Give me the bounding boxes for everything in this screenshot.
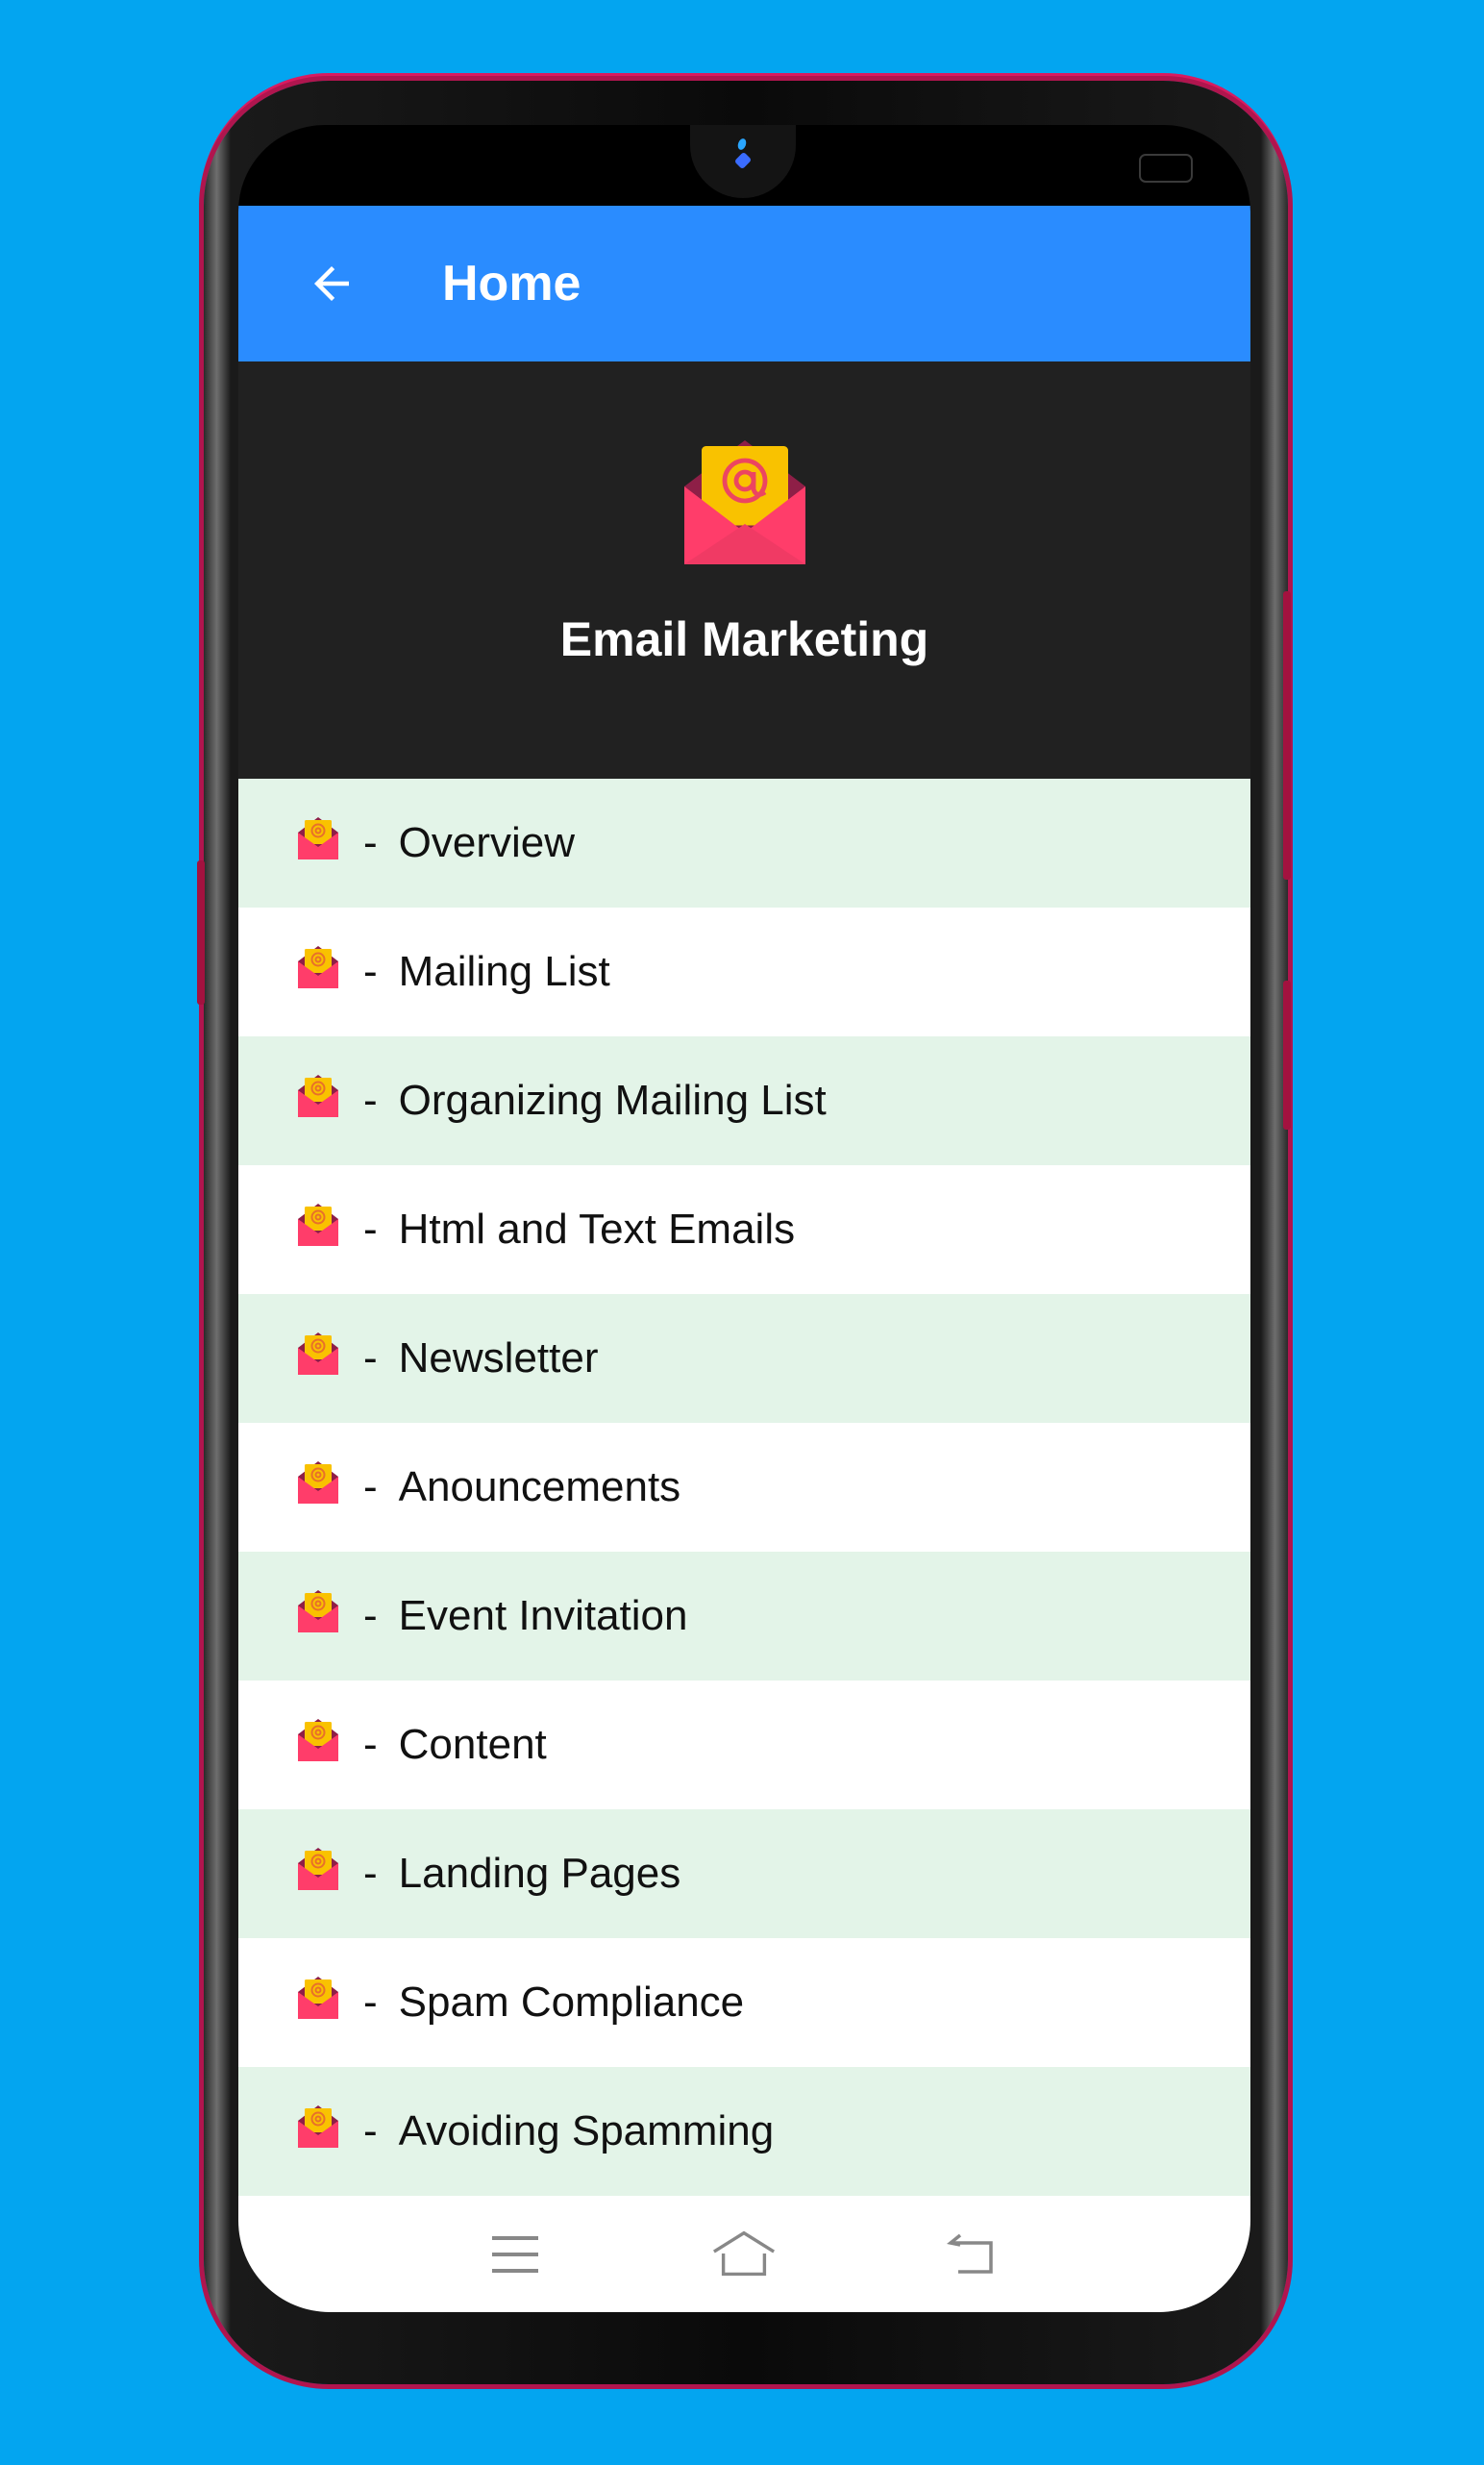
- nav-home-button[interactable]: [710, 2226, 778, 2283]
- list-item-separator: -: [363, 819, 378, 866]
- open-envelope-at-icon: [298, 1590, 338, 1632]
- battery-icon: [1139, 154, 1193, 183]
- list-item-label: Landing Pages: [398, 1850, 681, 1897]
- list-item-separator: -: [363, 2107, 378, 2154]
- list-item-separator: -: [363, 1592, 378, 1639]
- list-item-label: Avoiding Spamming: [398, 2107, 775, 2154]
- header-title: Email Marketing: [559, 612, 929, 666]
- camera-sensor-icon: [736, 137, 748, 152]
- list-item[interactable]: - Spam Compliance: [238, 1938, 1250, 2067]
- menu-lines-icon: [491, 2235, 538, 2273]
- list-item[interactable]: - Mailing List: [238, 908, 1250, 1036]
- list-item-separator: -: [363, 1979, 378, 2026]
- phone-screen: Home Email Marketing - Overview - Mailing L…: [238, 125, 1250, 2312]
- open-envelope-at-icon: [683, 440, 805, 564]
- list-item[interactable]: - Organizing Mailing List: [238, 1036, 1250, 1165]
- list-item[interactable]: - Anouncements: [238, 1423, 1250, 1552]
- list-item-separator: -: [363, 1206, 378, 1253]
- open-envelope-at-icon: [298, 1719, 338, 1761]
- list-item[interactable]: - Landing Pages: [238, 1809, 1250, 1938]
- list-item-label: Mailing List: [398, 948, 610, 995]
- open-envelope-at-icon: [298, 2105, 338, 2148]
- open-envelope-at-icon: [298, 1332, 338, 1375]
- open-envelope-at-icon: [298, 1075, 338, 1117]
- phone-volume-button: [197, 860, 205, 1005]
- list-item-separator: -: [363, 1334, 378, 1382]
- list-item-label: Content: [398, 1721, 547, 1768]
- open-envelope-at-icon: [298, 946, 338, 988]
- open-envelope-at-icon: [298, 1848, 338, 1890]
- list-item-label: Spam Compliance: [398, 1979, 745, 2026]
- open-envelope-at-icon: [298, 1461, 338, 1504]
- list-item-label: Organizing Mailing List: [398, 1077, 827, 1124]
- list-item-separator: -: [363, 1463, 378, 1510]
- camera-notch: [690, 125, 796, 198]
- open-envelope-at-icon: [298, 1977, 338, 2019]
- home-icon: [713, 2230, 776, 2276]
- list-item[interactable]: - Overview: [238, 779, 1250, 908]
- list-item-label: Html and Text Emails: [398, 1206, 796, 1253]
- phone-power-button-lower: [1283, 981, 1291, 1130]
- phone-power-button-upper: [1283, 591, 1291, 880]
- list-item-label: Anouncements: [398, 1463, 681, 1510]
- back-return-icon: [947, 2233, 993, 2274]
- header-banner: Email Marketing: [238, 361, 1250, 779]
- page-title: Home: [442, 256, 581, 311]
- list-item-separator: -: [363, 1721, 378, 1768]
- app-bar: Home: [238, 206, 1250, 361]
- nav-menu-button[interactable]: [482, 2226, 550, 2283]
- list-item-separator: -: [363, 1077, 378, 1124]
- list-item-label: Event Invitation: [398, 1592, 688, 1639]
- list-item-separator: -: [363, 948, 378, 995]
- list-item[interactable]: - Html and Text Emails: [238, 1165, 1250, 1294]
- camera-lens-icon: [733, 151, 753, 170]
- list-item[interactable]: - Content: [238, 1681, 1250, 1809]
- arrow-left-icon: [314, 266, 349, 301]
- list-item[interactable]: - Newsletter: [238, 1294, 1250, 1423]
- list-item-separator: -: [363, 1850, 378, 1897]
- system-nav-bar: [238, 2196, 1250, 2312]
- nav-back-button[interactable]: [939, 2226, 1006, 2283]
- list-item-label: Newsletter: [398, 1334, 599, 1382]
- list-item[interactable]: - Avoiding Spamming: [238, 2067, 1250, 2196]
- topic-list: - Overview - Mailing List - Organizing Mailin…: [238, 779, 1250, 2196]
- open-envelope-at-icon: [298, 817, 338, 859]
- back-button[interactable]: [298, 250, 365, 317]
- list-item-label: Overview: [398, 819, 576, 866]
- open-envelope-at-icon: [298, 1204, 338, 1246]
- list-item[interactable]: - Event Invitation: [238, 1552, 1250, 1681]
